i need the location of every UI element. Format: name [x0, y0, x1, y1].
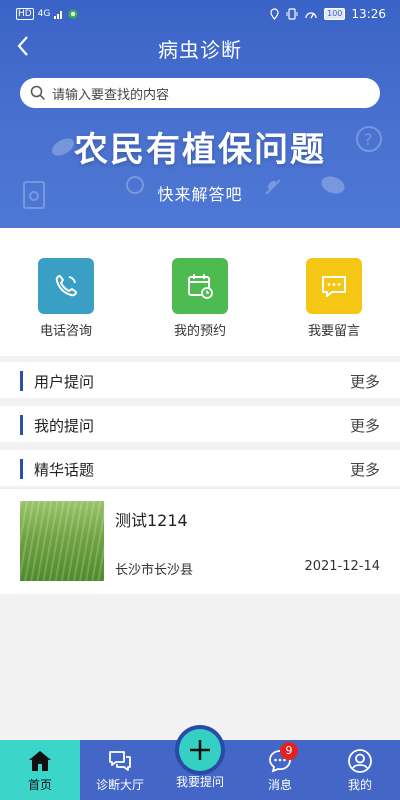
calendar-icon [172, 258, 228, 314]
topic-location: 长沙市长沙县 [115, 563, 194, 578]
speed-icon [305, 12, 317, 19]
nav-bar: 病虫诊断 [0, 28, 400, 64]
topic-thumbnail [20, 501, 104, 581]
tab-home[interactable]: 首页 [0, 740, 80, 800]
hd-indicator: HD [16, 8, 34, 20]
message-count-badge: 9 [280, 742, 298, 760]
section-user-questions: 用户提问 更多 [0, 362, 400, 398]
user-icon [348, 749, 372, 773]
page-title: 病虫诊断 [158, 38, 242, 62]
location-icon [270, 8, 279, 20]
leave-message-button[interactable]: 我要留言 [274, 258, 394, 339]
tab-mine[interactable]: 我的 [320, 740, 400, 800]
tab-label: 诊断大厅 [95, 778, 144, 792]
section-accent-bar [20, 371, 23, 391]
search-input[interactable]: 请输入要查找的内容 [20, 78, 380, 108]
section-my-questions: 我的提问 更多 [0, 406, 400, 442]
search-icon [30, 85, 46, 101]
signal-icon [54, 11, 63, 19]
banner-slogan: 农民有植保问题 [74, 130, 326, 170]
plus-icon [179, 729, 221, 771]
status-bar: HD 4G 100 13:26 [0, 0, 400, 30]
my-appointment-button[interactable]: 我的预约 [140, 258, 260, 339]
tab-diagnosis-hall[interactable]: 诊断大厅 [80, 740, 160, 800]
quick-actions: 电话咨询 我的预约 我要留言 [0, 228, 400, 356]
phone-icon [38, 258, 94, 314]
tab-label: 首页 [27, 778, 52, 792]
network-type: 4G [37, 9, 51, 19]
section-title: 精华话题 [34, 461, 95, 479]
topic-title: 测试1214 [115, 511, 188, 530]
ask-question-label: 我要提问 [175, 775, 224, 789]
more-link[interactable]: 更多 [350, 371, 380, 392]
section-featured-topics: 精华话题 更多 [0, 450, 400, 486]
chat-bubble-icon [306, 258, 362, 314]
battery-icon: 100 [324, 8, 346, 20]
section-accent-bar [20, 459, 23, 479]
vibrate-icon [286, 8, 298, 20]
banner-subtitle: 快来解答吧 [157, 185, 243, 204]
home-icon [29, 751, 51, 771]
section-title: 我的提问 [34, 417, 95, 435]
tab-label: 消息 [267, 778, 292, 792]
phone-consult-label: 电话咨询 [39, 324, 92, 339]
my-appointment-label: 我的预约 [173, 324, 226, 339]
topic-date: 2021-12-14 [304, 559, 380, 574]
search-placeholder: 请输入要查找的内容 [52, 87, 170, 103]
phone-consult-button[interactable]: 电话咨询 [6, 258, 126, 339]
more-link[interactable]: 更多 [350, 415, 380, 436]
chat-hall-icon [109, 751, 131, 771]
header-area: HD 4G 100 13:26 病虫诊断 请输入要查找的内容 ? 农民有植保问题… [0, 0, 400, 228]
more-link[interactable]: 更多 [350, 459, 380, 480]
section-title: 用户提问 [34, 373, 95, 391]
leave-message-label: 我要留言 [307, 324, 360, 339]
clock: 13:26 [351, 7, 386, 21]
ask-question-button[interactable] [175, 725, 225, 775]
list-item[interactable]: 测试1214 长沙市长沙县 2021-12-14 [0, 488, 400, 594]
app-notification-icon [68, 9, 78, 19]
section-accent-bar [20, 415, 23, 435]
tab-label: 我的 [347, 778, 372, 792]
